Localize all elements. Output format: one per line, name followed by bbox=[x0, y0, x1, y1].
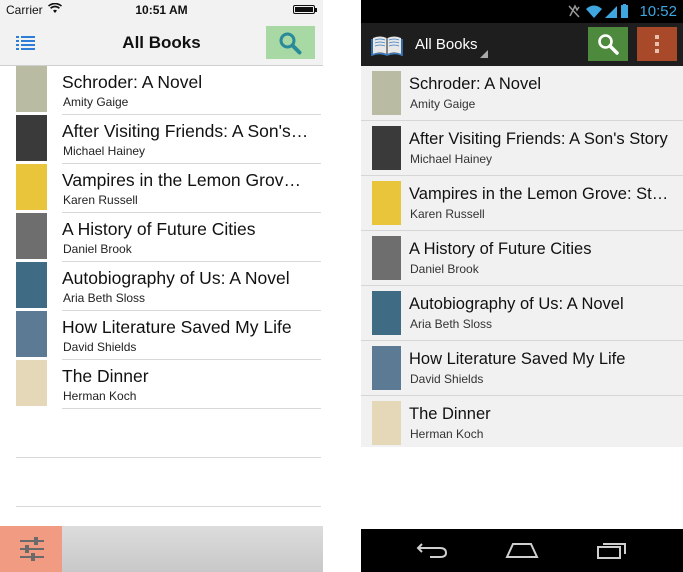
book-row[interactable]: After Visiting Friends: A Son's Story Mic… bbox=[0, 115, 323, 164]
book-row[interactable]: Schroder: A Novel Amity Gaige bbox=[0, 66, 323, 115]
sliders-icon bbox=[20, 537, 44, 561]
list-divider bbox=[16, 457, 321, 458]
book-author: Aria Beth Sloss bbox=[63, 291, 146, 305]
book-title: A History of Future Cities bbox=[62, 219, 256, 239]
book-row[interactable]: A History of Future Cities Daniel Brook bbox=[361, 231, 683, 286]
book-row[interactable]: How Literature Saved My Life David Shield… bbox=[0, 311, 323, 360]
android-action-bar: All Books bbox=[361, 23, 683, 67]
book-row[interactable]: A History of Future Cities Daniel Brook bbox=[0, 213, 323, 262]
book-author: Karen Russell bbox=[63, 193, 138, 207]
book-title: How Literature Saved My Life bbox=[409, 350, 626, 368]
book-cover-image bbox=[372, 236, 401, 280]
book-title: How Literature Saved My Life bbox=[62, 317, 292, 337]
book-author: Aria Beth Sloss bbox=[410, 317, 493, 331]
book-title: A History of Future Cities bbox=[409, 240, 592, 258]
book-cover-image bbox=[16, 311, 47, 357]
open-book-icon[interactable] bbox=[371, 34, 403, 61]
status-time: 10:52 bbox=[639, 3, 677, 20]
book-row[interactable]: Autobiography of Us: A Novel Aria Beth Sl… bbox=[0, 262, 323, 311]
list-divider bbox=[16, 506, 321, 507]
book-cover-image bbox=[16, 66, 47, 112]
book-title: Schroder: A Novel bbox=[409, 75, 542, 93]
book-cover-image bbox=[16, 213, 47, 259]
ios-status-bar: Carrier 10:51 AM bbox=[0, 0, 323, 20]
book-title: Vampires in the Lemon Grove: Stories bbox=[62, 170, 310, 190]
book-row[interactable]: Vampires in the Lemon Grove: Stories Kare… bbox=[0, 164, 323, 213]
wifi-icon bbox=[586, 5, 602, 18]
book-cover-image bbox=[372, 71, 401, 115]
page-title[interactable]: All Books bbox=[415, 36, 478, 53]
book-title: Autobiography of Us: A Novel bbox=[62, 268, 290, 288]
ios-book-list: Schroder: A Novel Amity Gaige After Visiti… bbox=[0, 66, 323, 409]
book-cover-image bbox=[372, 346, 401, 390]
book-cover-image bbox=[372, 126, 401, 170]
book-cover-image bbox=[16, 115, 47, 161]
search-button[interactable] bbox=[266, 26, 315, 59]
android-status-bar: 10:52 bbox=[361, 0, 683, 23]
book-author: Karen Russell bbox=[410, 207, 485, 221]
book-title: Schroder: A Novel bbox=[62, 72, 203, 92]
book-row[interactable]: Schroder: A Novel Amity Gaige bbox=[361, 66, 683, 121]
home-icon[interactable] bbox=[505, 542, 539, 563]
filter-button[interactable] bbox=[0, 526, 62, 572]
battery-icon bbox=[293, 5, 317, 14]
android-nav-bar bbox=[361, 529, 683, 572]
book-author: Amity Gaige bbox=[63, 95, 129, 109]
back-icon[interactable] bbox=[416, 541, 448, 564]
android-book-list: Schroder: A Novel Amity Gaige After Visiti… bbox=[361, 66, 683, 451]
book-cover-image bbox=[16, 262, 47, 308]
book-row[interactable]: After Visiting Friends: A Son's Story Mic… bbox=[361, 121, 683, 176]
book-author: Herman Koch bbox=[63, 389, 137, 403]
book-cover-image bbox=[372, 291, 401, 335]
book-author: David Shields bbox=[410, 372, 484, 386]
book-cover-image bbox=[16, 164, 47, 210]
book-cover-image bbox=[372, 181, 401, 225]
book-author: Herman Koch bbox=[410, 427, 484, 441]
book-cover-image bbox=[372, 401, 401, 445]
ios-screen: Carrier 10:51 AM All Books Schroder: A N… bbox=[0, 0, 323, 572]
status-icons bbox=[567, 4, 629, 24]
book-author: David Shields bbox=[63, 340, 137, 354]
book-cover-image bbox=[16, 360, 47, 406]
search-icon bbox=[598, 34, 619, 55]
book-author: Amity Gaige bbox=[410, 97, 476, 111]
android-screen: 10:52 All Books Schroder: A Novel Amity … bbox=[361, 0, 683, 572]
ios-toolbar bbox=[0, 526, 323, 572]
search-icon bbox=[279, 32, 302, 55]
no-sync-icon bbox=[568, 4, 580, 18]
book-row[interactable]: How Literature Saved My Life David Shield… bbox=[361, 341, 683, 396]
battery-icon bbox=[621, 4, 628, 18]
ios-nav-bar: All Books bbox=[0, 20, 323, 66]
book-title: After Visiting Friends: A Son's Story bbox=[409, 130, 668, 148]
book-title: The Dinner bbox=[62, 366, 149, 386]
book-title: The Dinner bbox=[409, 405, 491, 423]
recents-icon[interactable] bbox=[596, 541, 628, 564]
search-button[interactable] bbox=[588, 27, 628, 61]
book-author: Daniel Brook bbox=[63, 242, 132, 256]
book-title: Vampires in the Lemon Grove: Stories bbox=[409, 185, 675, 203]
book-row[interactable]: Vampires in the Lemon Grove: Stories Kare… bbox=[361, 176, 683, 231]
book-row[interactable]: The Dinner Herman Koch bbox=[0, 360, 323, 409]
book-author: Michael Hainey bbox=[410, 152, 493, 166]
dropdown-indicator-icon bbox=[480, 50, 488, 58]
book-row[interactable]: Autobiography of Us: A Novel Aria Beth Sl… bbox=[361, 286, 683, 341]
book-title: After Visiting Friends: A Son's Story bbox=[62, 121, 310, 141]
book-author: Michael Hainey bbox=[63, 144, 146, 158]
overflow-menu-icon bbox=[655, 35, 659, 53]
book-row[interactable]: The Dinner Herman Koch bbox=[361, 396, 683, 451]
book-author: Daniel Brook bbox=[410, 262, 479, 276]
status-time: 10:51 AM bbox=[135, 3, 188, 17]
signal-icon bbox=[605, 6, 617, 18]
empty-area bbox=[361, 447, 683, 529]
overflow-menu-button[interactable] bbox=[637, 27, 677, 61]
book-title: Autobiography of Us: A Novel bbox=[409, 295, 624, 313]
